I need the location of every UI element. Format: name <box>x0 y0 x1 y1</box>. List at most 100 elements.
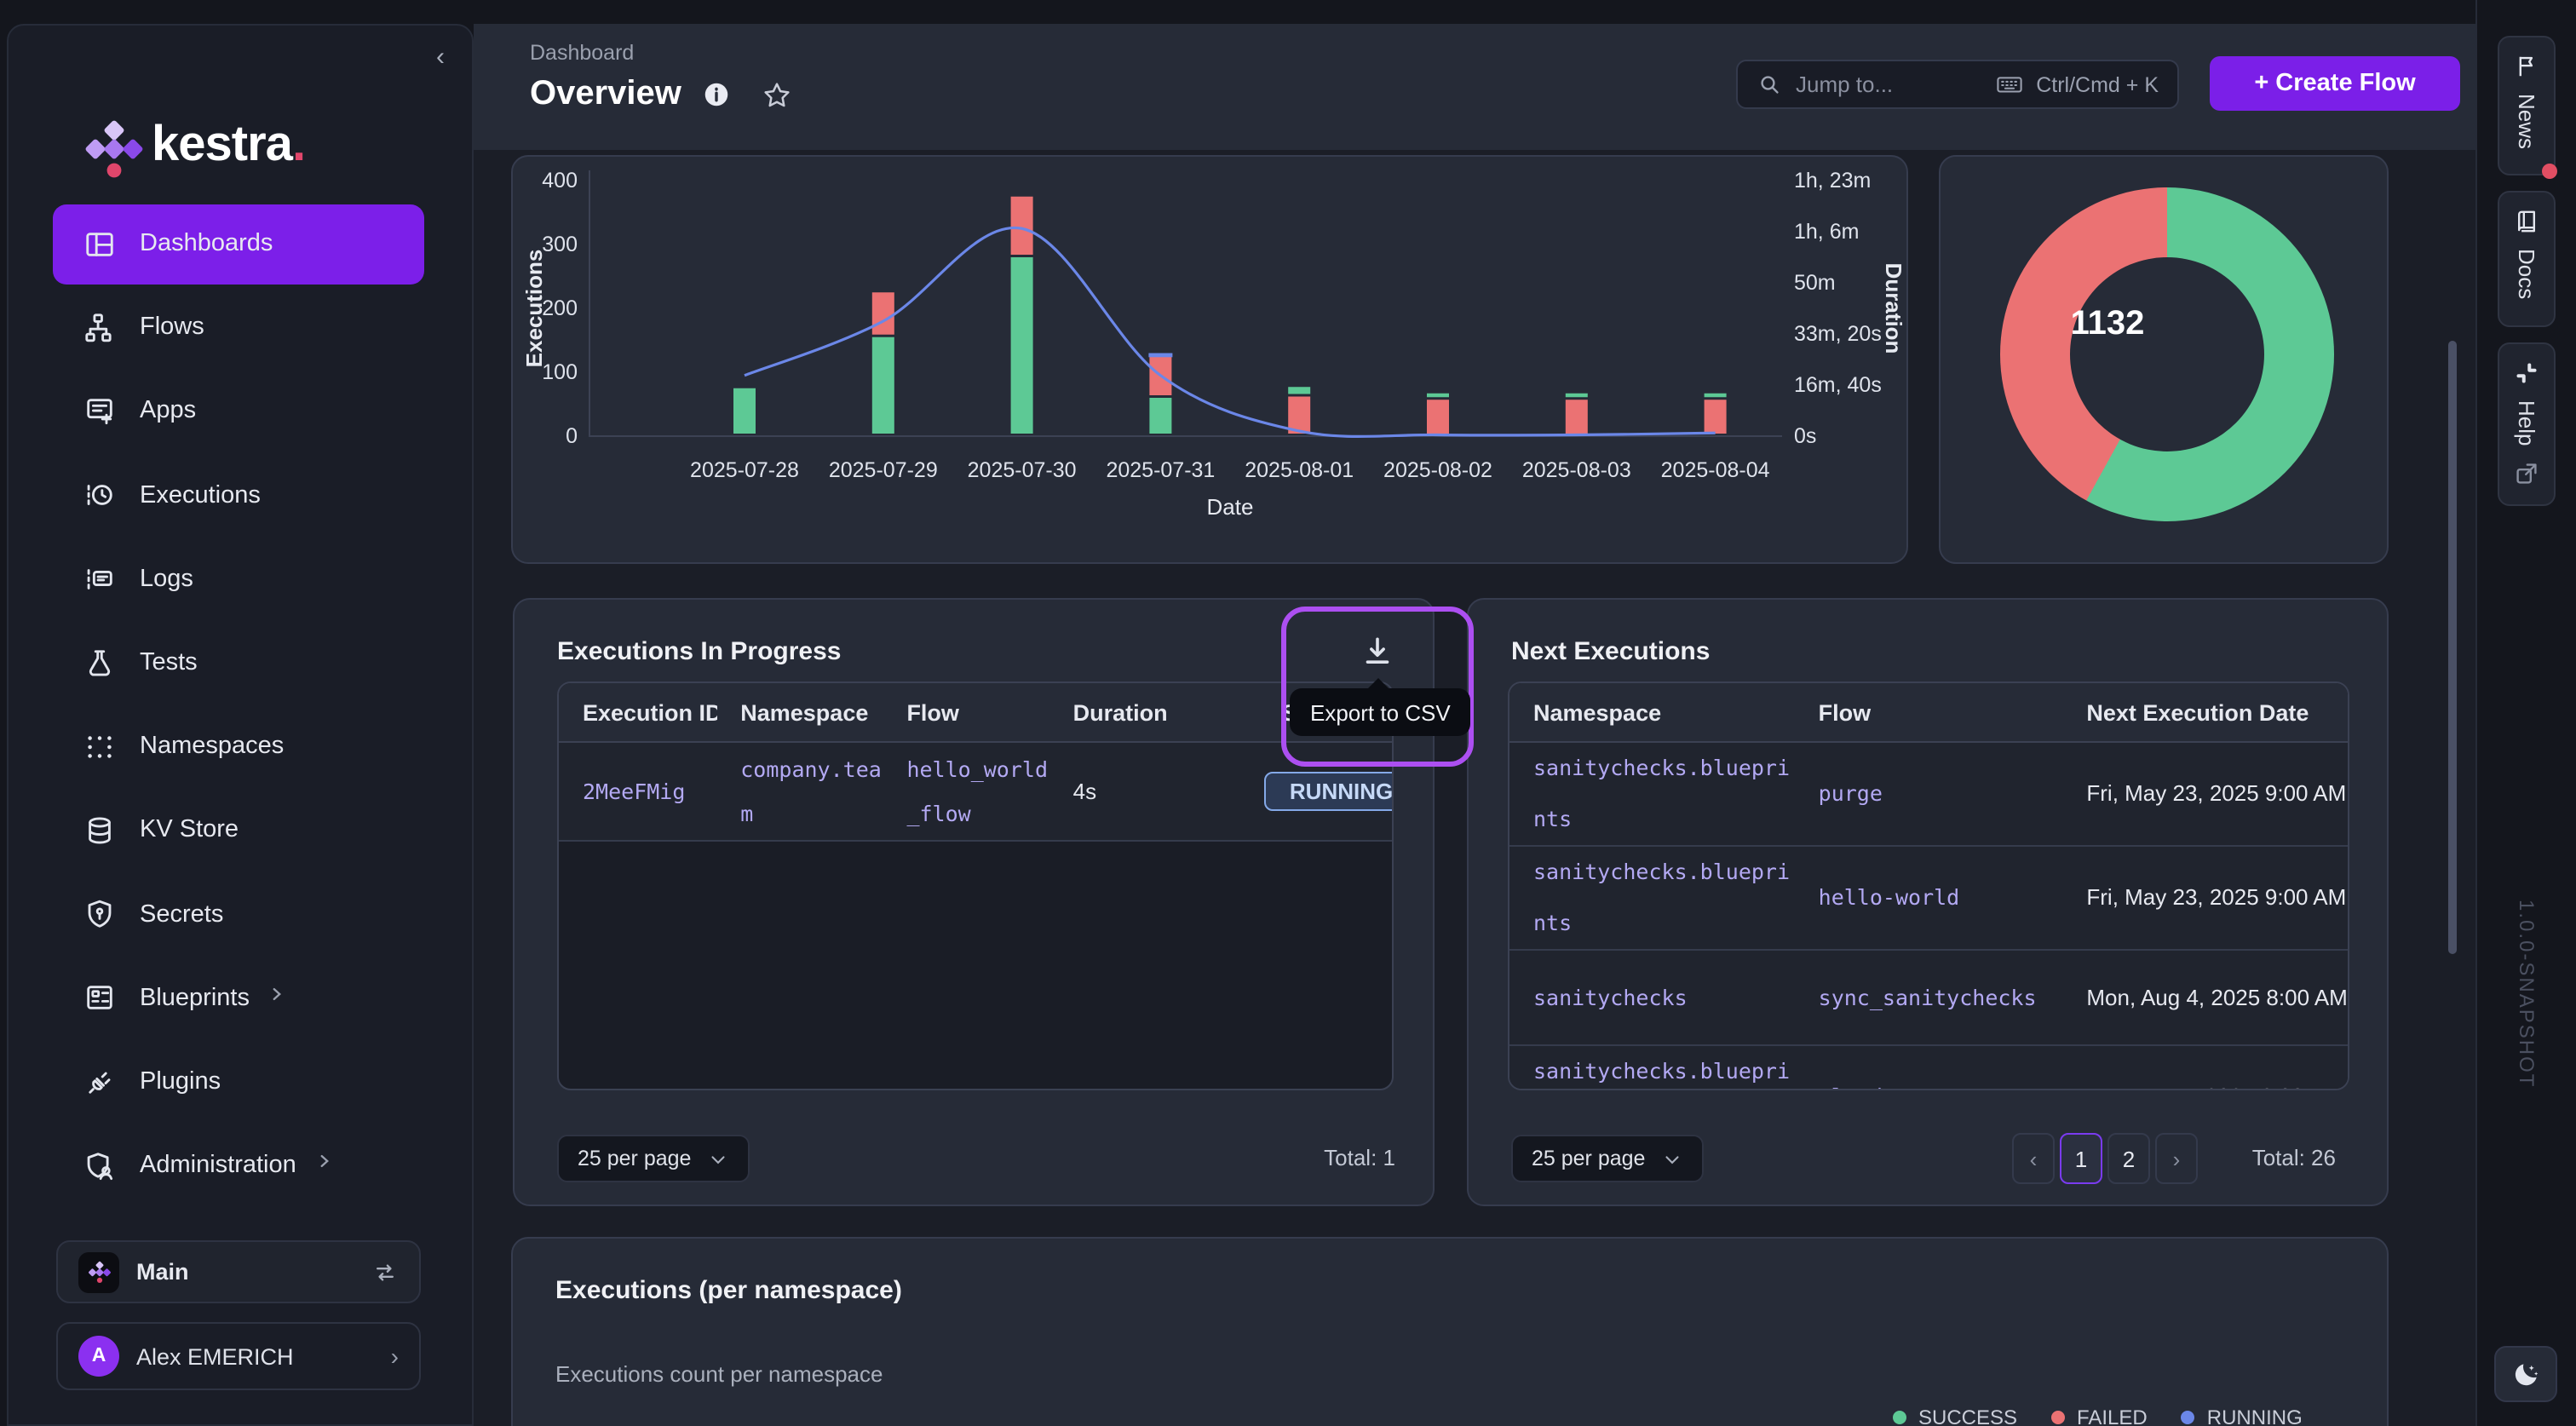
theme-toggle-button[interactable] <box>2494 1346 2557 1402</box>
version-label: 1.0.0-SNAPSHOT <box>2515 900 2539 1088</box>
export-csv-download-icon[interactable] <box>1360 634 1395 670</box>
namespace-link[interactable]: company.team <box>740 747 883 836</box>
search-input[interactable]: Jump to... Ctrl/Cmd + K <box>1736 60 2179 109</box>
table-row[interactable]: sanitychecks sync_sanitychecks Mon, Aug … <box>1509 951 2348 1046</box>
executions-bar-line-chart: 0100200300400Executions2025-07-282025-07… <box>513 157 1910 566</box>
breadcrumb: Dashboard <box>530 41 634 65</box>
sidebar-item-dashboards[interactable]: Dashboards <box>53 204 424 284</box>
sidebar-item-executions[interactable]: Executions <box>53 455 424 535</box>
svg-text:16m, 40s: 16m, 40s <box>1794 373 1882 397</box>
flow-link[interactable]: hello_world_flow <box>906 747 1049 836</box>
user-menu[interactable]: A Alex EMERICH › <box>56 1322 421 1390</box>
sidebar-item-label: Dashboards <box>140 230 273 257</box>
user-name: Alex EMERICH <box>136 1343 391 1369</box>
executions-donut-card: 1132 <box>1939 155 2389 564</box>
sidebar-item-administration[interactable]: Administration <box>53 1125 424 1205</box>
per-namespace-subtitle: Executions count per namespace <box>555 1361 883 1387</box>
column-header[interactable]: Next Execution Date <box>2062 683 2348 741</box>
sidebar-item-secrets[interactable]: Secrets <box>53 874 424 954</box>
sidebar-item-namespaces[interactable]: Namespaces <box>53 706 424 786</box>
sidebar-item-label: Administration <box>140 1152 296 1179</box>
table-row[interactable]: sanitychecks.blueprints cloudquery-sync … <box>1509 1046 2348 1090</box>
tenant-logo-icon <box>78 1251 119 1292</box>
tests-icon <box>83 647 116 679</box>
executions-per-namespace-card: Executions (per namespace) Executions co… <box>511 1237 2389 1426</box>
tenant-switcher[interactable]: Main <box>56 1240 421 1303</box>
svg-text:50m: 50m <box>1794 271 1836 295</box>
flow-link[interactable]: hello-world <box>1819 872 2063 923</box>
next-page-button[interactable]: › <box>2155 1133 2198 1184</box>
news-notification-dot <box>2542 164 2557 179</box>
moon-icon <box>2510 1359 2541 1389</box>
next-execution-date-cell: Mon, Aug 4, 2025 8:00 AM <box>2062 951 2348 1044</box>
flow-link[interactable]: purge <box>1819 768 2063 819</box>
status-legend: SUCCESS FAILED RUNNING <box>1893 1406 2303 1426</box>
help-tab[interactable]: Help <box>2498 342 2556 506</box>
search-shortcut: Ctrl/Cmd + K <box>2036 72 2159 96</box>
create-flow-button[interactable]: + Create Flow <box>2210 56 2460 111</box>
sidebar-item-label: Logs <box>140 566 193 593</box>
namespace-link[interactable]: sanitychecks.blueprints <box>1533 1046 1791 1090</box>
legend-item-running[interactable]: RUNNING <box>2182 1406 2303 1426</box>
namespace-link[interactable]: sanitychecks.blueprints <box>1533 847 1791 949</box>
page-button-2[interactable]: 2 <box>2107 1133 2150 1184</box>
svg-text:1h, 23m: 1h, 23m <box>1794 169 1871 193</box>
column-header[interactable]: Flow <box>883 683 1049 741</box>
flow-link[interactable]: cloudquery-sync <box>1819 1072 2063 1090</box>
column-header[interactable]: Namespace <box>1509 683 1795 741</box>
header: Dashboard Overview Jump to... Ctrl/Cmd + <box>474 24 2475 150</box>
status-badge[interactable]: RUNNING <box>1265 772 1392 811</box>
executions-icon <box>83 479 116 511</box>
execution-id-link[interactable]: 2MeeFMig <box>583 769 716 814</box>
apps-icon <box>83 395 116 428</box>
sidebar-collapse-icon[interactable]: ‹ <box>436 43 445 72</box>
column-header[interactable]: Execution ID <box>559 683 716 741</box>
star-favorite-icon[interactable] <box>762 79 792 110</box>
eip-per-page-select[interactable]: 25 per page <box>557 1135 749 1182</box>
column-header[interactable]: Duration <box>1049 683 1258 741</box>
search-icon <box>1757 72 1782 97</box>
legend-label: RUNNING <box>2207 1406 2303 1426</box>
news-tab[interactable]: News <box>2498 36 2556 175</box>
sidebar-item-label: KV Store <box>140 817 239 844</box>
dashboards-icon <box>83 227 116 260</box>
sidebar-item-plugins[interactable]: Plugins <box>53 1042 424 1122</box>
info-icon[interactable] <box>702 80 731 109</box>
secrets-icon <box>83 898 116 930</box>
vertical-scrollbar[interactable] <box>2448 341 2457 954</box>
sidebar-item-kv-store[interactable]: KV Store <box>53 791 424 871</box>
sidebar-item-label: Blueprints <box>140 985 250 1012</box>
next-total: Total: 26 <box>2252 1145 2336 1170</box>
sidebar-item-flows[interactable]: Flows <box>53 287 424 367</box>
page-button-1[interactable]: 1 <box>2060 1133 2102 1184</box>
plugins-icon <box>83 1066 116 1098</box>
sidebar-item-blueprints[interactable]: Blueprints <box>53 958 424 1038</box>
column-header[interactable]: Flow <box>1795 683 2063 741</box>
kestra-logo[interactable]: kestra. <box>77 107 383 182</box>
namespace-link[interactable]: sanitychecks <box>1533 972 1791 1023</box>
docs-tab[interactable]: Docs <box>2498 191 2556 327</box>
chevron-right-icon: › <box>391 1343 399 1370</box>
donut-total-label: 1132 <box>1941 157 2274 491</box>
table-row[interactable]: 2MeeFMig company.team hello_world_flow 4… <box>559 743 1392 842</box>
svg-text:2025-07-31: 2025-07-31 <box>1106 458 1215 482</box>
flow-link[interactable]: sync_sanitychecks <box>1819 972 2063 1023</box>
table-row[interactable]: sanitychecks.blueprints hello-world Fri,… <box>1509 847 2348 951</box>
legend-item-success[interactable]: SUCCESS <box>1893 1406 2017 1426</box>
next-per-page-select[interactable]: 25 per page <box>1511 1135 1703 1182</box>
svg-text:Executions: Executions <box>521 250 547 368</box>
previous-page-button[interactable]: ‹ <box>2012 1133 2055 1184</box>
sidebar-item-logs[interactable]: Logs <box>53 539 424 619</box>
sidebar-item-apps[interactable]: Apps <box>53 371 424 451</box>
namespace-link[interactable]: sanitychecks.blueprints <box>1533 743 1791 845</box>
column-header[interactable]: Namespace <box>716 683 883 741</box>
next-executions-pagination: ‹12› <box>2012 1133 2198 1184</box>
svg-text:400: 400 <box>542 169 578 193</box>
sidebar-item-tests[interactable]: Tests <box>53 623 424 703</box>
table-row[interactable]: sanitychecks.blueprints purge Fri, May 2… <box>1509 743 2348 847</box>
chevron-right-icon <box>313 1150 336 1181</box>
svg-text:200: 200 <box>542 296 578 320</box>
swap-tenant-icon <box>371 1258 399 1285</box>
book-icon <box>2513 208 2540 235</box>
legend-item-failed[interactable]: FAILED <box>2051 1406 2148 1426</box>
